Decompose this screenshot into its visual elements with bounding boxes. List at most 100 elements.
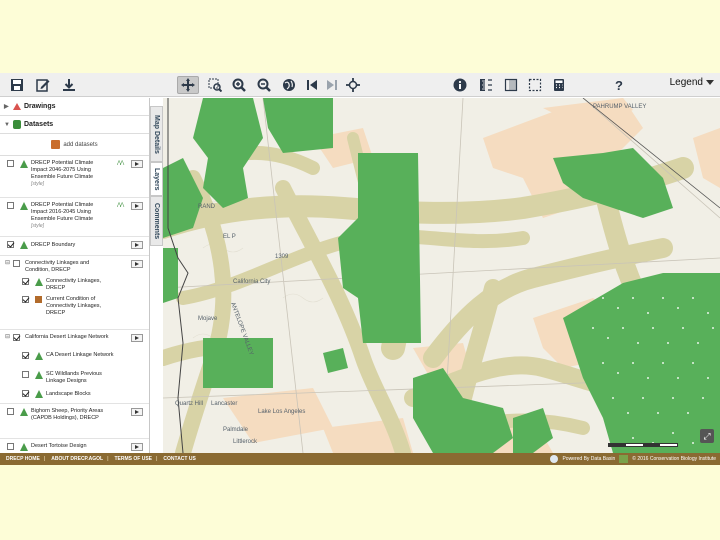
layer-checkbox[interactable]	[22, 371, 29, 378]
layer-name: California Desert Linkage Network	[25, 334, 109, 340]
cbi-logo	[619, 455, 629, 463]
zoom-box-icon[interactable]	[206, 76, 224, 94]
layer-icon	[20, 443, 28, 451]
zoom-in-icon[interactable]	[230, 76, 248, 94]
layer-name: DRECP Boundary	[31, 242, 76, 248]
layer-icon	[35, 278, 43, 286]
add-datasets-label: add datasets	[63, 141, 98, 148]
layer-name: Connectivity Linkages, DRECP	[46, 278, 102, 291]
label-el-p: EL P	[223, 234, 236, 240]
layer-checkbox[interactable]	[22, 278, 29, 285]
data-basin-logo	[550, 455, 559, 463]
datasets-label: Datasets	[24, 121, 54, 128]
footer-link-terms[interactable]: TERMS OF USE	[114, 456, 152, 462]
info-icon[interactable]	[451, 76, 469, 94]
layer-name: SC Wildlands Previous Linkage Designs	[46, 371, 102, 384]
svg-text:?: ?	[615, 78, 623, 92]
full-extent-icon[interactable]	[344, 76, 362, 94]
measure-icon[interactable]	[477, 76, 495, 94]
expand-icon[interactable]: ⤢	[700, 429, 714, 443]
download-icon[interactable]	[60, 76, 78, 94]
layer-icon	[20, 160, 28, 168]
label-rand: RAND	[198, 204, 216, 210]
layer-checkbox[interactable]	[7, 202, 14, 209]
layer-icon	[35, 390, 43, 398]
copyright-text: © 2016 Conservation Biology Institute	[632, 456, 716, 462]
chevron-right-icon: ▶	[4, 104, 9, 110]
footer: DRECP HOME | ABOUT DRECP.AGOL | TERMS OF U…	[0, 453, 720, 465]
datasets-section[interactable]: ▼ Datasets	[0, 116, 149, 134]
layer-name: Desert Tortoise Design	[31, 443, 87, 449]
layer-checkbox[interactable]	[22, 390, 29, 397]
layer-name: CA Desert Linkage Network	[46, 352, 114, 358]
layer-checkbox[interactable]	[7, 408, 14, 415]
footer-link-about[interactable]: ABOUT DRECP.AGOL	[51, 456, 103, 462]
select-icon[interactable]	[502, 76, 520, 94]
next-extent-icon[interactable]	[323, 76, 341, 94]
layer-checkbox[interactable]	[7, 241, 14, 248]
legend-label: Legend	[669, 77, 703, 88]
layer-name: Current Condition of Connectivity Linkag…	[46, 296, 102, 316]
chevron-down-icon: ▼	[4, 121, 10, 128]
layer-options-button[interactable]	[131, 260, 143, 268]
save-icon[interactable]	[8, 76, 26, 94]
layer-icon	[35, 296, 42, 303]
layer-name: Landscape Blocks	[46, 391, 91, 397]
globe-icon[interactable]	[280, 76, 298, 94]
label-palmdale: Palmdale	[223, 427, 249, 433]
tab-comments-label: Comments	[153, 202, 160, 240]
scale-bar	[608, 443, 678, 447]
layer-checkbox[interactable]	[22, 296, 29, 303]
layer-checkbox[interactable]	[7, 443, 14, 450]
footer-link-contact[interactable]: CONTACT US	[163, 456, 195, 462]
layer-checkbox[interactable]	[13, 334, 20, 341]
previous-extent-icon[interactable]	[303, 76, 321, 94]
edit-icon[interactable]	[34, 76, 52, 94]
layer-options-button[interactable]	[131, 241, 143, 249]
layer-options-button[interactable]	[131, 408, 143, 416]
tab-comments[interactable]: Comments	[150, 196, 163, 246]
layer-icon	[20, 241, 28, 249]
layer-options-button[interactable]	[131, 160, 143, 168]
clear-icon[interactable]	[526, 76, 544, 94]
tree-icon: ⋀⋀	[117, 160, 124, 166]
minus-icon[interactable]: ⊟	[5, 334, 10, 341]
help-icon[interactable]: ?	[610, 76, 628, 94]
map-canvas[interactable]: PAHRUMP VALLEY EL P RAND ANTELOPE VALLEY…	[163, 98, 720, 453]
label-1309: 1309	[275, 254, 289, 260]
add-datasets-button[interactable]: add datasets	[0, 134, 149, 156]
layers-panel: ▶ Drawings ▼ Datasets add datasets DRECP…	[0, 98, 150, 453]
tab-layers[interactable]: Layers	[150, 162, 163, 196]
tab-layers-label: Layers	[153, 167, 160, 191]
layer-name: Connectivity Linkages and Condition, DRE…	[25, 260, 90, 273]
zoom-out-icon[interactable]	[255, 76, 273, 94]
layer-checkbox[interactable]	[7, 160, 14, 167]
layer-icon	[20, 408, 28, 416]
layer-options-button[interactable]	[131, 202, 143, 210]
datasets-icon	[13, 120, 21, 129]
layer-name: Bighorn Sheep, Priority Areas (CAPDB Hol…	[31, 408, 104, 421]
legend-button[interactable]: Legend	[670, 77, 714, 88]
calculator-icon[interactable]	[550, 76, 568, 94]
tree-icon: ⋀⋀	[117, 202, 124, 208]
footer-link-home[interactable]: DRECP HOME	[6, 456, 40, 462]
pan-icon[interactable]	[177, 76, 199, 94]
layer-icon	[35, 371, 43, 379]
layer-options-button[interactable]	[131, 443, 143, 451]
layer-style-link[interactable]: [style]	[31, 181, 111, 188]
powered-by-text[interactable]: Powered By Data Basin	[562, 456, 615, 462]
layer-icon	[35, 352, 43, 360]
layer-style-link[interactable]: [style]	[31, 223, 111, 230]
layer-checkbox[interactable]	[13, 260, 20, 267]
label-lancaster: Lancaster	[211, 401, 237, 407]
layer-checkbox[interactable]	[22, 352, 29, 359]
drawings-section[interactable]: ▶ Drawings	[0, 98, 149, 116]
minus-icon[interactable]: ⊟	[5, 260, 10, 267]
tab-map-details[interactable]: Map Details	[150, 106, 163, 162]
label-mojave: Mojave	[198, 316, 218, 322]
layer-options-button[interactable]	[131, 334, 143, 342]
add-icon	[51, 140, 61, 149]
layer-name: DRECP Potential Climate Impact 2046-2075…	[31, 160, 94, 180]
drawings-label: Drawings	[24, 103, 56, 110]
map-svg: PAHRUMP VALLEY EL P RAND ANTELOPE VALLEY…	[163, 98, 720, 453]
